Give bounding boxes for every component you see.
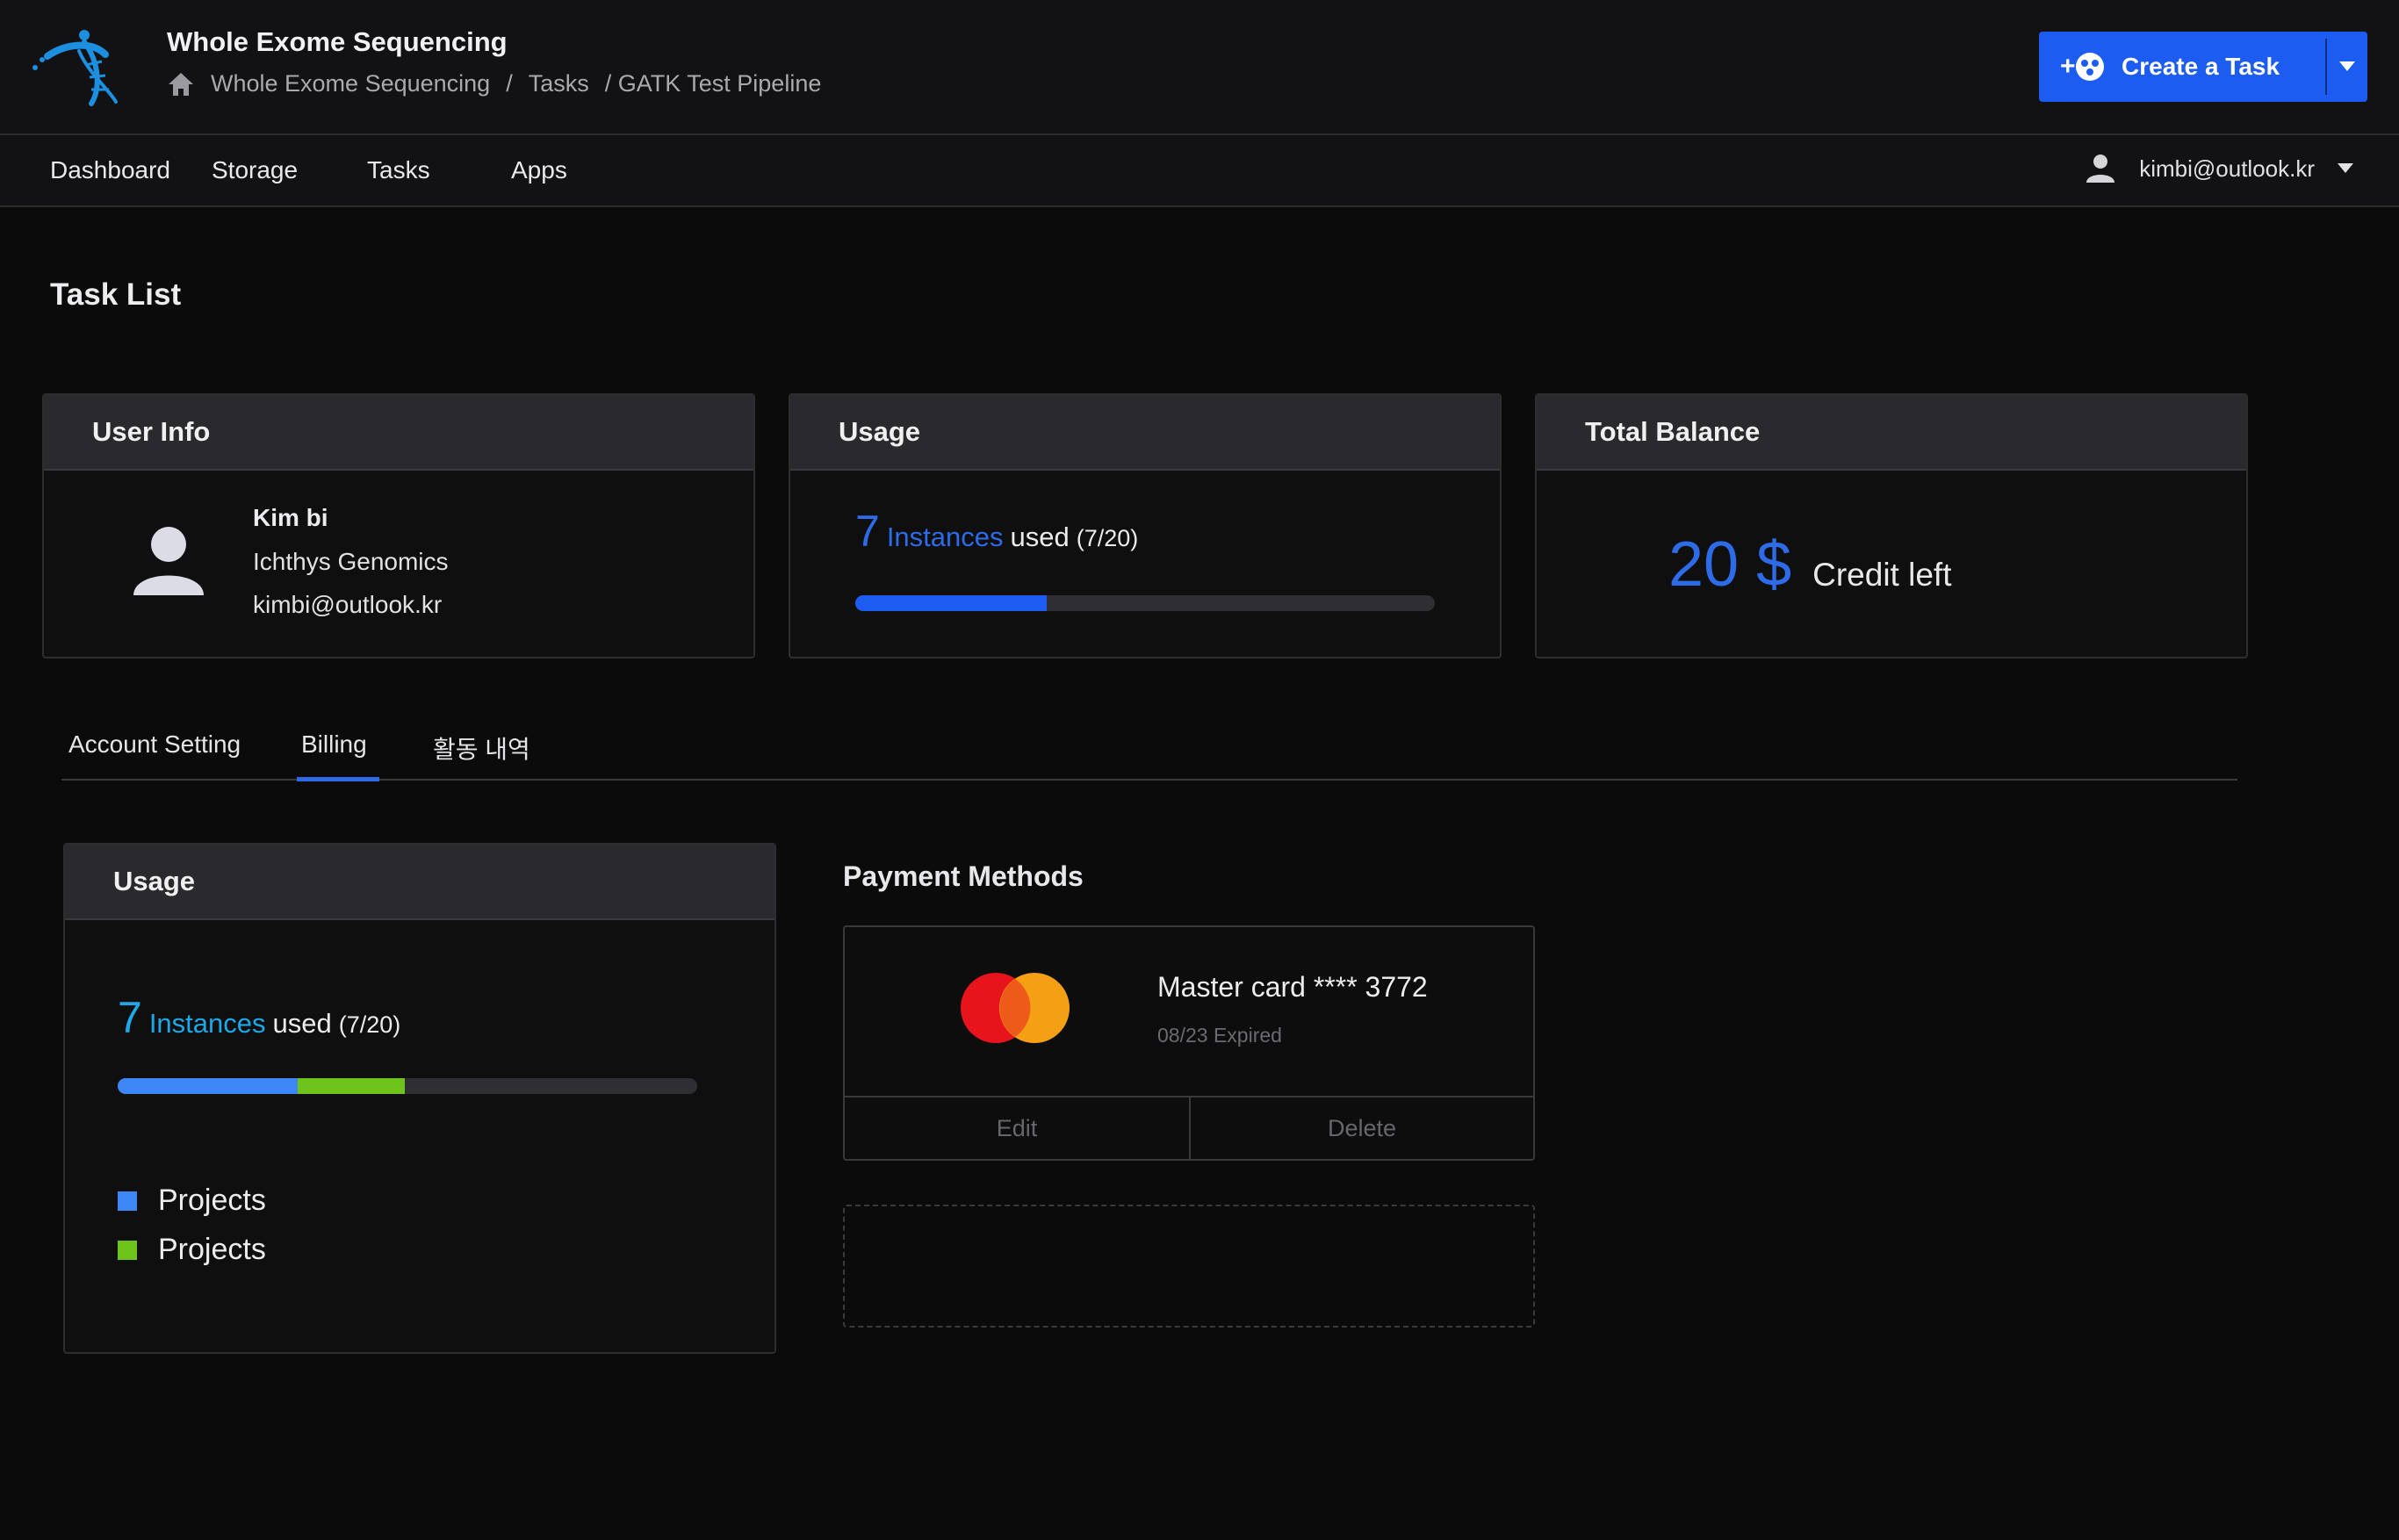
- active-tab-indicator: [297, 777, 379, 781]
- create-task-dropdown[interactable]: [2327, 32, 2367, 102]
- main-nav: Dashboard Storage Tasks Apps kimbi@outlo…: [0, 135, 2399, 207]
- nav-dashboard[interactable]: Dashboard: [50, 156, 170, 184]
- billing-usage-card: Usage 7 Instances used (7/20) Projects P…: [63, 843, 776, 1354]
- legend-label: Projects: [158, 1184, 266, 1217]
- usage-segment-projects-green: [297, 1078, 405, 1094]
- card-number: Master card **** 3772: [1157, 971, 1428, 1003]
- create-task-button[interactable]: + Create a Task: [2039, 32, 2367, 102]
- balance-heading: Total Balance: [1537, 395, 2246, 471]
- payment-methods-title: Payment Methods: [843, 860, 1084, 892]
- user-info-heading: User Info: [44, 395, 753, 471]
- add-task-icon: +: [2060, 52, 2104, 81]
- nav-storage[interactable]: Storage: [212, 156, 298, 184]
- delete-card-button[interactable]: Delete: [1191, 1097, 1533, 1159]
- total-balance-card: Total Balance 20 $ Credit left: [1535, 393, 2248, 658]
- user-name: Kim bi: [253, 504, 328, 531]
- legend-swatch: [118, 1191, 137, 1211]
- user-organization: Ichthys Genomics: [253, 548, 449, 575]
- payment-card: Master card **** 3772 08/23 Expired Edit…: [843, 925, 1535, 1161]
- legend-swatch: [118, 1240, 137, 1260]
- breadcrumb-pipeline[interactable]: / GATK Test Pipeline: [605, 70, 822, 97]
- nav-tasks[interactable]: Tasks: [367, 156, 430, 184]
- nav-apps[interactable]: Apps: [511, 156, 567, 184]
- app-header: Whole Exome Sequencing Whole Exome Seque…: [0, 0, 2399, 135]
- chevron-down-icon: [2339, 61, 2355, 71]
- usage-card: Usage 7 Instances used (7/20): [789, 393, 1502, 658]
- balance-label: Credit left: [1812, 557, 1952, 593]
- breadcrumb-tasks[interactable]: Tasks: [529, 70, 589, 97]
- tab-activity[interactable]: 활동 내역: [433, 730, 530, 766]
- billing-used-label: used: [272, 1008, 332, 1039]
- legend-item: Projects: [118, 1233, 266, 1267]
- usage-progress-fill: [855, 595, 1047, 611]
- edit-card-button[interactable]: Edit: [845, 1097, 1191, 1159]
- add-payment-method-slot[interactable]: [843, 1205, 1535, 1328]
- instances-label: Instances: [886, 522, 1004, 552]
- legend-item: Projects: [118, 1184, 266, 1218]
- legend-label: Projects: [158, 1233, 266, 1266]
- home-icon[interactable]: [167, 71, 195, 97]
- dna-logo-icon[interactable]: [30, 28, 126, 107]
- tabs-divider: [61, 779, 2237, 781]
- billing-usage-bar: [118, 1078, 697, 1094]
- breadcrumb-project[interactable]: Whole Exome Sequencing: [211, 70, 490, 97]
- payment-card-details: Master card **** 3772 08/23 Expired: [845, 927, 1533, 1097]
- create-task-label: Create a Task: [2122, 53, 2280, 80]
- used-label: used: [1010, 522, 1070, 552]
- user-menu[interactable]: kimbi@outlook.kr: [2085, 153, 2353, 184]
- page-title: Task List: [50, 277, 182, 312]
- balance-summary: 20 $ Credit left: [1668, 529, 1951, 601]
- create-task-main[interactable]: + Create a Task: [2039, 32, 2325, 102]
- usage-segment-projects-blue: [118, 1078, 298, 1094]
- svg-text:+: +: [2060, 52, 2076, 81]
- usage-heading: Usage: [790, 395, 1500, 471]
- usage-count: 7: [855, 507, 880, 556]
- user-info-email: kimbi@outlook.kr: [253, 591, 443, 618]
- chevron-down-icon: [2338, 163, 2353, 173]
- user-email: kimbi@outlook.kr: [2139, 155, 2315, 182]
- billing-usage-heading: Usage: [65, 845, 774, 920]
- billing-instances-label: Instances: [148, 1008, 266, 1039]
- billing-usage-summary: 7 Instances used (7/20): [118, 992, 400, 1043]
- breadcrumb: Whole Exome Sequencing / Tasks / GATK Te…: [167, 70, 821, 97]
- mastercard-logo-icon: [961, 973, 1070, 1043]
- balance-amount: 20: [1668, 529, 1740, 600]
- app-title: Whole Exome Sequencing: [167, 26, 508, 57]
- tab-billing[interactable]: Billing: [301, 730, 367, 759]
- tab-account-setting[interactable]: Account Setting: [68, 730, 241, 759]
- user-icon: [2086, 155, 2115, 183]
- user-info-card: User Info Kim bi Ichthys Genomics kimbi@…: [42, 393, 755, 658]
- usage-ratio: (7/20): [1076, 525, 1139, 551]
- usage-progress-bar: [855, 595, 1435, 611]
- card-expiry: 08/23 Expired: [1157, 1024, 1282, 1047]
- billing-usage-count: 7: [118, 993, 142, 1042]
- balance-currency: $: [1756, 529, 1792, 600]
- avatar: [133, 527, 204, 595]
- billing-usage-ratio: (7/20): [338, 1011, 401, 1038]
- breadcrumb-separator: /: [506, 70, 513, 97]
- usage-summary: 7 Instances used (7/20): [855, 506, 1138, 557]
